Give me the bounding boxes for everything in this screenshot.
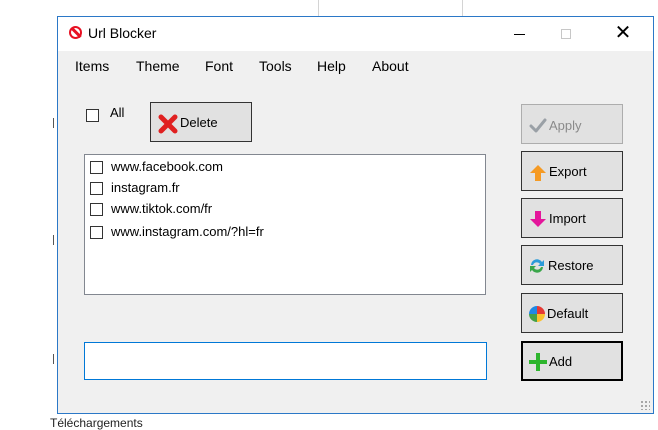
url-text: www.facebook.com	[111, 159, 223, 174]
add-button[interactable]: Add	[521, 341, 623, 381]
background-tick	[53, 354, 54, 364]
restore-button[interactable]: Restore	[521, 245, 623, 285]
menu-help[interactable]: Help	[317, 58, 346, 74]
checkmark-icon	[529, 118, 547, 133]
url-list[interactable]: www.facebook.com instagram.fr www.tiktok…	[84, 154, 486, 295]
item-checkbox[interactable]	[90, 203, 103, 216]
resize-grip[interactable]	[640, 400, 650, 410]
close-icon: ✕	[614, 22, 632, 44]
url-text: www.instagram.com/?hl=fr	[111, 224, 264, 239]
plus-icon	[529, 353, 547, 371]
menu-tools[interactable]: Tools	[259, 58, 292, 74]
item-checkbox[interactable]	[90, 226, 103, 239]
minimize-button[interactable]	[497, 17, 543, 51]
menu-font[interactable]: Font	[205, 58, 233, 74]
default-label: Default	[547, 306, 589, 321]
item-checkbox[interactable]	[90, 161, 103, 174]
item-checkbox[interactable]	[90, 182, 103, 195]
arrow-down-icon	[530, 211, 546, 227]
checkbox-box	[86, 109, 99, 123]
delete-label: Delete	[180, 115, 218, 130]
url-input[interactable]	[84, 342, 487, 380]
export-button[interactable]: Export	[521, 151, 623, 191]
minimize-icon	[514, 34, 525, 35]
menu-about[interactable]: About	[372, 58, 409, 74]
background-tick	[53, 118, 54, 128]
url-blocker-window: Url Blocker ✕ Items Theme Font Tools Hel…	[57, 16, 654, 414]
title-bar[interactable]: Url Blocker ✕	[58, 17, 653, 51]
arrow-up-icon	[530, 165, 546, 181]
apply-label: Apply	[549, 118, 582, 133]
delete-button[interactable]: Delete	[150, 102, 252, 142]
import-label: Import	[549, 211, 586, 226]
close-button[interactable]: ✕	[600, 17, 646, 51]
menu-items[interactable]: Items	[75, 58, 109, 74]
refresh-icon	[530, 259, 544, 273]
color-wheel-icon	[529, 306, 545, 322]
url-text: www.tiktok.com/fr	[111, 201, 213, 216]
maximize-button[interactable]	[543, 17, 589, 51]
select-all-checkbox[interactable]	[86, 107, 99, 123]
menu-theme[interactable]: Theme	[136, 58, 180, 74]
add-label: Add	[549, 354, 573, 369]
restore-label: Restore	[548, 258, 594, 273]
select-all-label[interactable]: All	[110, 105, 124, 120]
url-text: instagram.fr	[111, 180, 180, 195]
apply-button[interactable]: Apply	[521, 104, 623, 144]
background-divider	[462, 0, 463, 16]
red-x-icon	[158, 114, 178, 134]
window-title: Url Blocker	[88, 25, 157, 41]
maximize-icon	[561, 29, 571, 39]
background-tick	[53, 235, 54, 245]
taskbar-downloads-label[interactable]: Téléchargements	[50, 416, 143, 430]
background-divider	[318, 0, 319, 16]
menu-bar: Items Theme Font Tools Help About	[58, 55, 653, 77]
import-button[interactable]: Import	[521, 198, 623, 238]
export-label: Export	[549, 164, 587, 179]
blocker-icon	[69, 26, 82, 39]
default-button[interactable]: Default	[521, 293, 623, 333]
